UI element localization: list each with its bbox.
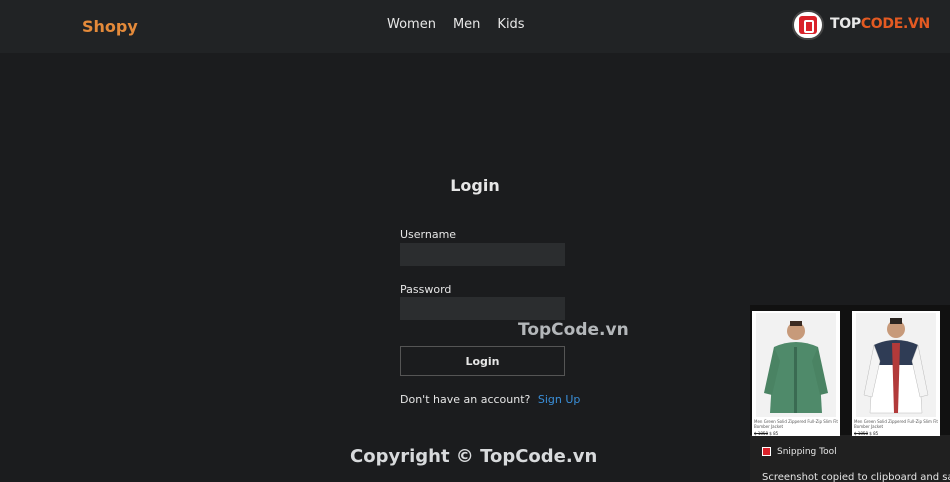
login-title: Login <box>450 176 500 195</box>
snipping-tool-icon <box>762 447 771 456</box>
snip-app-name: Snipping Tool <box>777 447 837 457</box>
nav-link-men[interactable]: Men <box>453 17 480 32</box>
topcode-logo-text: TOPCODE.VN <box>830 16 930 32</box>
snip-preview-image[interactable]: Men Green Solid Zippered Full-Zip Slim F… <box>750 305 950 436</box>
copyright-watermark: Copyright © TopCode.vn <box>350 446 598 467</box>
password-label: Password <box>400 283 452 296</box>
product-price: $ 1858 $ 85 <box>754 431 779 436</box>
main-nav: Women Men Kids <box>387 17 525 32</box>
watermark-text: TopCode.vn <box>518 320 629 340</box>
product-name: Men Green Solid Zippered Full-Zip Slim F… <box>854 419 938 429</box>
username-label: Username <box>400 228 457 241</box>
snipping-tool-notification[interactable]: Men Green Solid Zippered Full-Zip Slim F… <box>750 305 950 482</box>
signup-link[interactable]: Sign Up <box>538 393 581 406</box>
topcode-logo-icon <box>792 10 824 40</box>
topcode-logo: TOPCODE.VN <box>792 10 930 40</box>
top-navbar: Shopy Women Men Kids TOPCODE.VN <box>0 0 950 53</box>
login-button[interactable]: Login <box>400 346 565 376</box>
signup-prompt-line: Don't have an account? Sign Up <box>400 393 580 406</box>
product-card: Men Green Solid Zippered Full-Zip Slim F… <box>752 311 840 436</box>
product-card: Men Green Solid Zippered Full-Zip Slim F… <box>852 311 940 436</box>
jacket-photo <box>856 313 936 417</box>
product-name: Men Green Solid Zippered Full-Zip Slim F… <box>754 419 838 429</box>
snip-message: Screenshot copied to clipboard and saved <box>762 472 950 482</box>
password-input[interactable] <box>400 297 565 320</box>
nav-link-kids[interactable]: Kids <box>497 17 524 32</box>
product-price: $ 1858 $ 85 <box>854 431 879 436</box>
signup-prompt-text: Don't have an account? <box>400 393 531 406</box>
snip-app-row: Snipping Tool <box>762 447 837 457</box>
nav-link-women[interactable]: Women <box>387 17 436 32</box>
brand-logo-text[interactable]: Shopy <box>82 17 138 36</box>
username-input[interactable] <box>400 243 565 266</box>
jacket-photo <box>756 313 836 417</box>
